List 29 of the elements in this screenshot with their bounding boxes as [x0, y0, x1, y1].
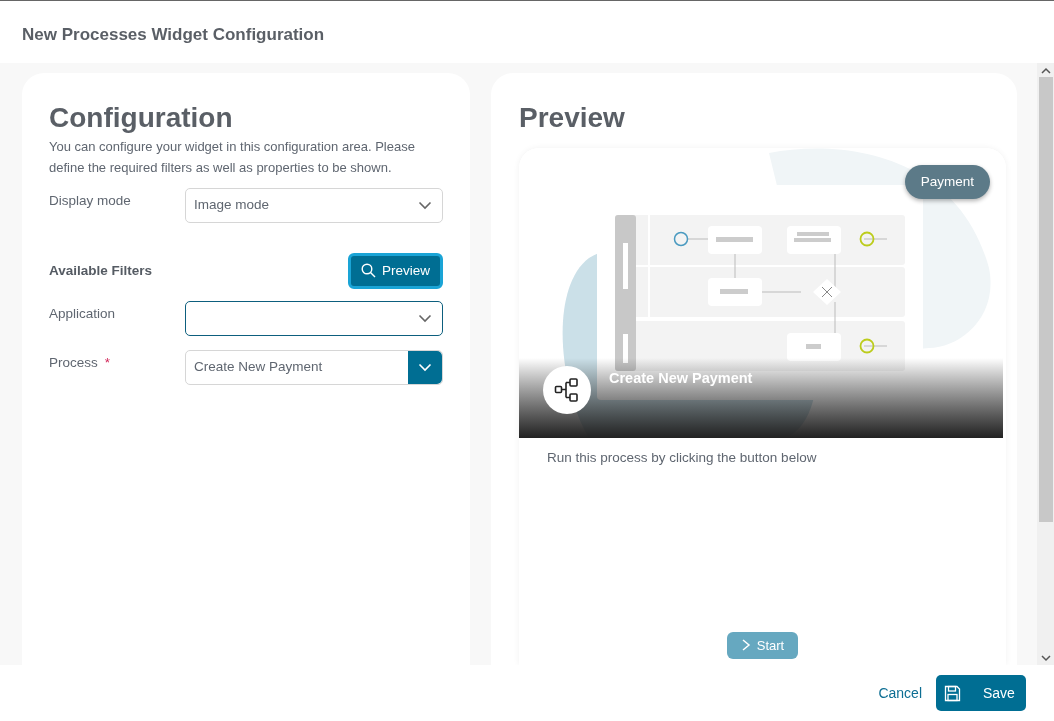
- category-tag: Payment: [904, 164, 990, 200]
- dropdown-field[interactable]: Image mode: [185, 187, 443, 223]
- save-icon: [944, 684, 961, 702]
- process-title: Create New Payment: [609, 369, 753, 388]
- configuration-description: You can configure your widget in this configuration area. Please define the required filters as well as properties to be shown.: [49, 137, 416, 177]
- scrollbar[interactable]: [1037, 63, 1054, 665]
- cancel-button[interactable]: Cancel: [872, 678, 928, 708]
- search-icon: [361, 263, 376, 279]
- scroll-down-icon[interactable]: [1040, 654, 1051, 662]
- dropdown-field[interactable]: Create New Payment: [185, 350, 443, 386]
- chevron-down-icon: [418, 314, 432, 324]
- preview-heading: Preview: [519, 103, 626, 134]
- field-label: Application: [49, 306, 116, 322]
- chevron-down-icon: [418, 200, 432, 210]
- required-mark: *: [104, 355, 111, 371]
- field-label: Display mode: [49, 192, 131, 208]
- configuration-heading: Configuration: [49, 103, 234, 134]
- dropdown-button[interactable]: [408, 351, 442, 385]
- field-label: Process: [49, 355, 98, 371]
- save-button[interactable]: Save: [936, 675, 1026, 711]
- chevron-right-icon: [740, 639, 751, 652]
- scroll-up-icon[interactable]: [1040, 67, 1051, 75]
- process-description: Run this process by clicking the button below: [546, 448, 818, 467]
- preview-button[interactable]: Preview: [348, 252, 443, 290]
- chevron-down-icon: [418, 363, 432, 373]
- filters-heading: Available Filters: [49, 261, 153, 280]
- dialog-title: New Processes Widget Configuration: [21, 24, 326, 46]
- flow-icon: [554, 376, 580, 403]
- dropdown-field[interactable]: [185, 301, 443, 337]
